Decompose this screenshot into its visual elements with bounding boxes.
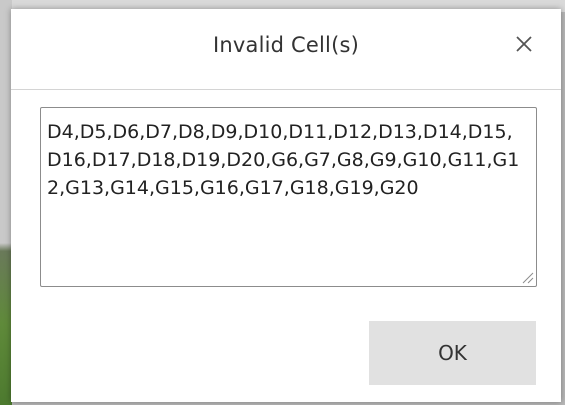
resize-grip-icon[interactable] xyxy=(521,271,534,284)
invalid-cells-textarea[interactable]: D4,D5,D6,D7,D8,D9,D10,D11,D12,D13,D14,D1… xyxy=(40,107,537,287)
close-icon xyxy=(516,36,532,52)
close-button[interactable] xyxy=(507,27,541,61)
dialog-titlebar: Invalid Cell(s) xyxy=(11,9,561,90)
ok-button[interactable]: OK xyxy=(369,321,536,385)
invalid-cells-dialog: Invalid Cell(s) D4,D5,D6,D7,D8,D9,D10,D1… xyxy=(11,9,561,402)
invalid-cells-list: D4,D5,D6,D7,D8,D9,D10,D11,D12,D13,D14,D1… xyxy=(47,121,520,199)
dialog-title: Invalid Cell(s) xyxy=(212,33,360,57)
